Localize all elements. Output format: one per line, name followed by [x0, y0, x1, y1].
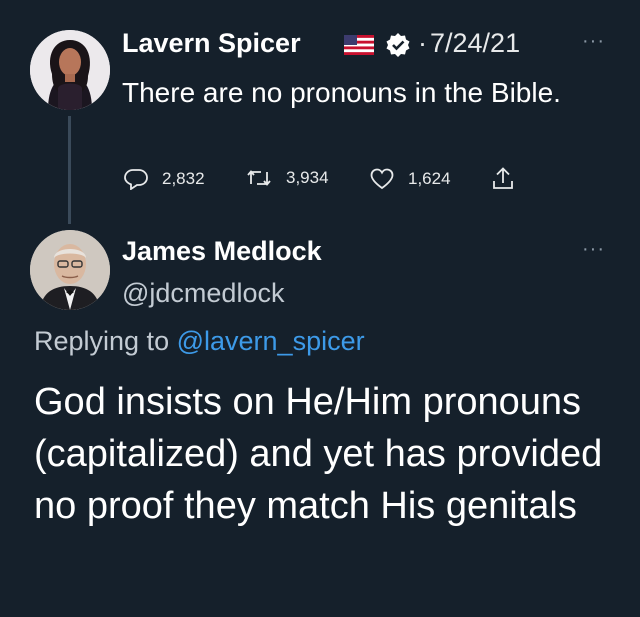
replying-to-handle-link[interactable]: @lavern_spicer — [177, 326, 365, 356]
retweet-icon — [247, 170, 271, 186]
author-name[interactable]: James Medlock — [122, 236, 322, 267]
author-handle[interactable]: @jdcmedlock — [122, 278, 284, 309]
retweet-button[interactable]: 3,934 — [246, 168, 329, 188]
us-flag-icon — [344, 35, 374, 55]
tweet-text: God insists on He/Him pronouns (capitali… — [34, 381, 603, 527]
retweet-count: 3,934 — [286, 168, 329, 187]
author-name[interactable]: Lavern Spicer — [122, 28, 301, 59]
reply-icon — [124, 169, 148, 190]
like-button[interactable]: 1,624 — [370, 168, 451, 190]
reply-button[interactable]: 2,832 — [124, 168, 205, 190]
more-options-icon[interactable]: ··· — [582, 238, 605, 261]
replying-to: Replying to @lavern_spicer — [34, 326, 365, 357]
replying-to-label: Replying to — [34, 326, 170, 356]
avatar-james-medlock[interactable] — [30, 230, 110, 310]
tweet-text: There are no pronouns in the Bible. — [122, 77, 561, 108]
more-options-icon[interactable]: ··· — [582, 30, 605, 53]
like-icon — [370, 168, 394, 190]
avatar-lavern-spicer[interactable] — [30, 30, 110, 110]
tweet-date[interactable]: 7/24/21 — [430, 28, 520, 59]
thread-connector-line — [68, 116, 71, 224]
like-count: 1,624 — [408, 169, 451, 188]
share-button[interactable] — [492, 166, 514, 190]
reply-count: 2,832 — [162, 169, 205, 188]
share-icon — [493, 167, 513, 189]
verified-badge-icon — [385, 32, 411, 58]
date-separator: · — [418, 28, 427, 58]
